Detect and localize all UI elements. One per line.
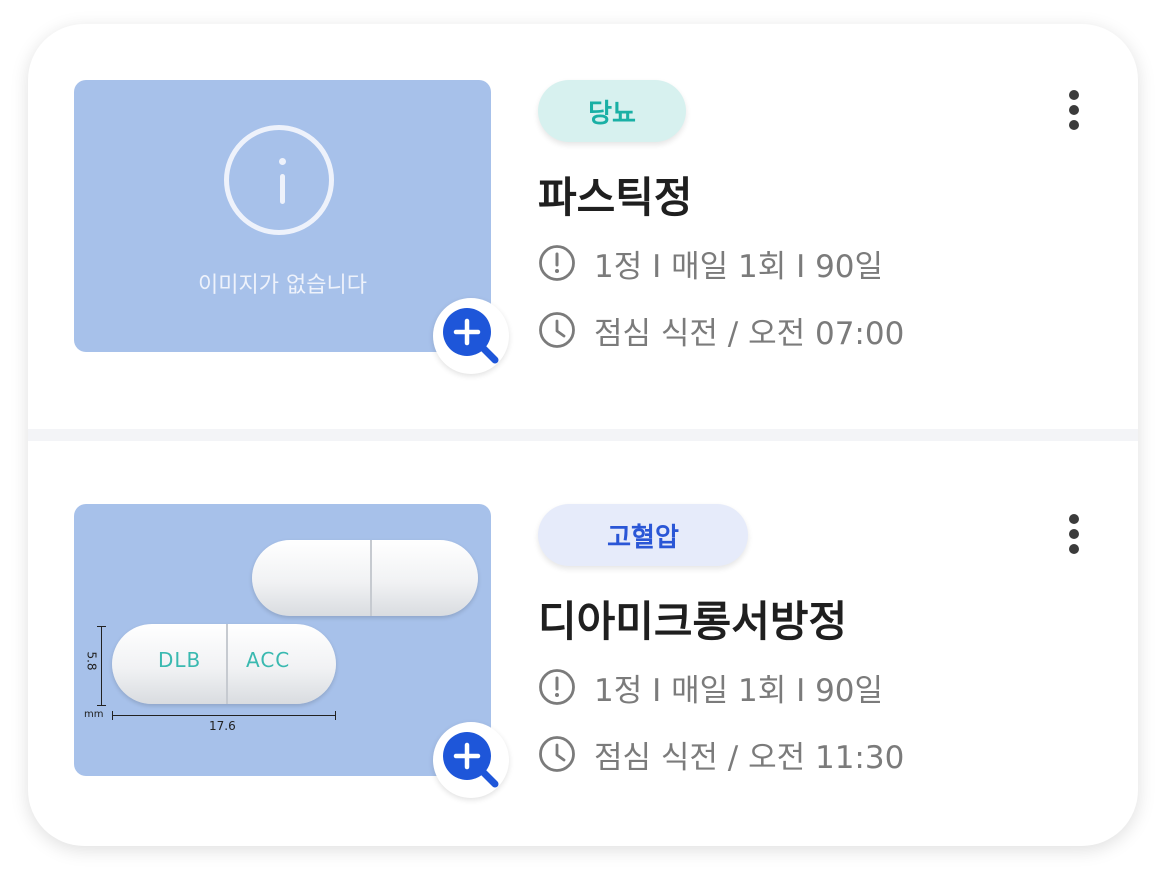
- more-menu-button[interactable]: [1064, 514, 1084, 554]
- schedule-row: 점심 식전 / 오전 11:30: [538, 733, 905, 776]
- no-image-text: 이미지가 없습니다: [198, 273, 367, 298]
- capsule-image: DLB ACC 5.8 mm 17.6: [74, 504, 491, 776]
- zoom-in-icon: [443, 308, 499, 364]
- schedule-text: 점심 식전 / 오전 07:00: [594, 315, 905, 352]
- clock-icon: [539, 312, 575, 348]
- category-tag: 고혈압: [538, 504, 748, 566]
- height-label: 5.8: [84, 651, 99, 671]
- zoom-in-button[interactable]: [433, 722, 509, 798]
- zoom-in-icon: [443, 732, 499, 788]
- schedule-text: 점심 식전 / 오전 11:30: [594, 739, 905, 776]
- imprint-right: ACC: [246, 648, 291, 672]
- medication-thumbnail[interactable]: 이미지가 없습니다: [74, 80, 509, 374]
- more-menu-button[interactable]: [1064, 90, 1084, 130]
- clock-icon: [539, 736, 575, 772]
- dosage-text: 1정 I 매일 1회 I 90일: [594, 672, 884, 709]
- unit-label: mm: [84, 709, 104, 720]
- capsule-front: DLB ACC: [112, 624, 336, 704]
- medication-list-card: 이미지가 없습니다 당뇨 파스틱정 1정 I 매일 1회 I 90일 점심 식전…: [28, 24, 1138, 846]
- zoom-in-button[interactable]: [433, 298, 509, 374]
- category-tag: 당뇨: [538, 80, 686, 142]
- width-label: 17.6: [209, 719, 236, 733]
- imprint-left: DLB: [158, 648, 202, 672]
- capsule-top: [252, 540, 478, 616]
- medication-thumbnail[interactable]: DLB ACC 5.8 mm 17.6: [74, 504, 509, 798]
- item-divider: [28, 429, 1138, 441]
- medication-item[interactable]: DLB ACC 5.8 mm 17.6 고혈압 디아미크롱서방정 1정 I 매일…: [28, 448, 1138, 846]
- info-icon: [224, 125, 334, 235]
- exclamation-circle-icon: [539, 245, 575, 281]
- medication-name: 디아미크롱서방정: [538, 597, 848, 646]
- medication-name: 파스틱정: [538, 173, 693, 222]
- dosage-row: 1정 I 매일 1회 I 90일: [538, 242, 884, 285]
- dosage-row: 1정 I 매일 1회 I 90일: [538, 666, 884, 709]
- medication-item[interactable]: 이미지가 없습니다 당뇨 파스틱정 1정 I 매일 1회 I 90일 점심 식전…: [28, 24, 1138, 424]
- dosage-text: 1정 I 매일 1회 I 90일: [594, 248, 884, 285]
- exclamation-circle-icon: [539, 669, 575, 705]
- schedule-row: 점심 식전 / 오전 07:00: [538, 309, 905, 352]
